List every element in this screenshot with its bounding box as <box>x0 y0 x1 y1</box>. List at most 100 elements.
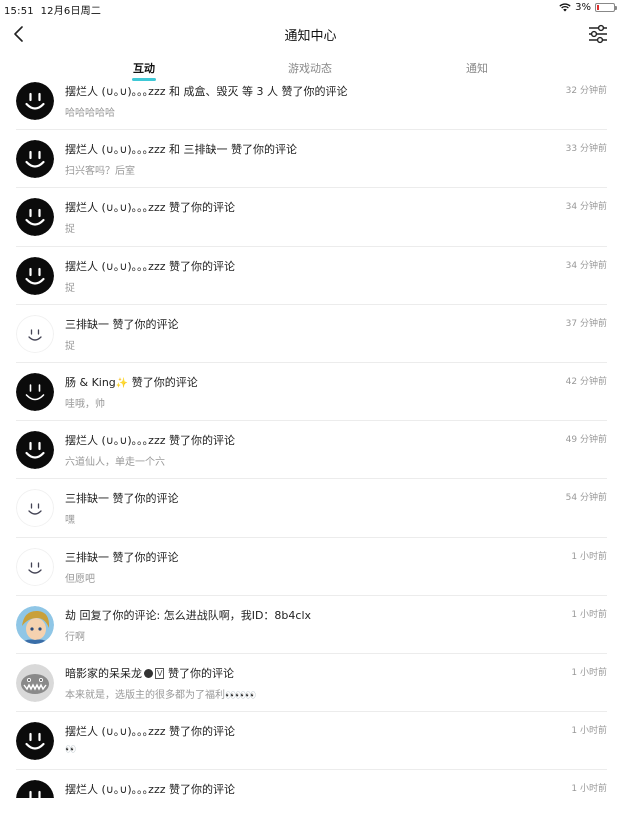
notification-title-text: 摆烂人 (∪｡∪)｡｡｡zzz 赞了你的评论 <box>65 201 235 215</box>
avatar[interactable] <box>16 372 54 411</box>
notification-item[interactable]: 暗影家的呆呆龙 V 赞了你的评论本来就是，选版主的很多都为了福利👀👀👀 1 小时前 <box>0 654 621 713</box>
notification-title: 暗影家的呆呆龙 V 赞了你的评论 <box>65 665 234 681</box>
comment-text: 嘿 <box>65 515 75 527</box>
notification-title-text: 劫 回复了你的评论: 怎么进战队啊，我ID：8b4clx <box>65 608 312 622</box>
sparkle-icon: ✨ <box>115 377 129 389</box>
avatar[interactable] <box>16 489 54 528</box>
nav-bar: 通知中心 <box>0 16 621 52</box>
notification-title: 三排缺一 赞了你的评论 <box>65 316 179 332</box>
notification-item[interactable]: 劫 回复了你的评论: 怎么进战队啊，我ID：8b4clx 行啊 1 小时前 <box>0 596 621 655</box>
notification-action-text: 赞了你的评论 <box>128 375 198 389</box>
comment-preview: 但愿吧 <box>65 570 95 585</box>
comment-text: 但愿吧 <box>65 573 95 585</box>
notification-title: 摆烂人 (∪｡∪)｡｡｡zzz 赞了你的评论 <box>65 723 235 739</box>
timestamp: 1 小时前 <box>571 726 607 737</box>
notification-item[interactable]: 三排缺一 赞了你的评论 但愿吧 1 小时前 <box>0 538 621 596</box>
avatar[interactable] <box>16 722 54 761</box>
page-title: 通知中心 <box>284 29 337 44</box>
notification-title-text: 摆烂人 (∪｡∪)｡｡｡zzz 赞了你的评论 <box>65 259 235 273</box>
timestamp: 33 分钟前 <box>565 144 607 155</box>
comment-text: 捉 <box>65 224 75 236</box>
comment-text: 捉 <box>65 282 75 294</box>
wifi-icon <box>559 3 571 12</box>
notification-title-text: 摆烂人 (∪｡∪)｡｡｡zzz 赞了你的评论 <box>65 725 235 739</box>
notification-title-text: 摆烂人 (∪｡∪)｡｡｡zzz 和 三排缺一 赞了你的评论 <box>65 143 297 157</box>
avatar[interactable] <box>16 82 54 120</box>
comment-text: 哈哈哈哈哈 <box>65 108 115 119</box>
timestamp: 34 分钟前 <box>565 202 607 213</box>
avatar[interactable] <box>16 663 54 702</box>
notification-title-text: 摆烂人 (∪｡∪)｡｡｡zzz 和 成盒、毁灭 等 3 人 赞了你的评论 <box>65 85 348 98</box>
timestamp: 1 小时前 <box>571 609 607 620</box>
battery-icon <box>595 3 617 12</box>
notification-list[interactable]: 摆烂人 (∪｡∪)｡｡｡zzz 和 成盒、毁灭 等 3 人 赞了你的评论 哈哈哈哈… <box>0 72 621 798</box>
battery-percent: 3% <box>575 2 591 13</box>
notification-title: 摆烂人 (∪｡∪)｡｡｡zzz 赞了你的评论 <box>65 199 235 215</box>
comment-preview: 六道仙人，单走一个六 <box>65 453 165 468</box>
filter-settings-button[interactable] <box>587 24 609 44</box>
comment-text: 扫兴客吗？后室 <box>65 166 135 178</box>
notification-title: 摆烂人 (∪｡∪)｡｡｡zzz 赞了你的评论 <box>65 432 235 448</box>
avatar[interactable] <box>16 547 54 586</box>
verified-badge-icon <box>144 668 153 678</box>
timestamp: 37 分钟前 <box>565 318 607 329</box>
comment-text: 本来就是，选版主的很多都为了福利 <box>65 689 225 701</box>
comment-preview: 哇哦，帅 <box>65 395 105 410</box>
avatar[interactable] <box>16 198 54 237</box>
timestamp: 54 分钟前 <box>565 493 607 504</box>
comment-text: 六道仙人，单走一个六 <box>65 457 165 469</box>
comment-preview: 捉 <box>65 279 75 294</box>
notification-title-text: 暗影家的呆呆龙 <box>65 666 142 680</box>
notification-title-text: 三排缺一 赞了你的评论 <box>65 492 179 506</box>
notification-action-text: 赞了你的评论 <box>164 666 234 680</box>
timestamp: 1 小时前 <box>571 551 607 562</box>
comment-preview: 捉 <box>65 220 75 235</box>
notification-title: 摆烂人 (∪｡∪)｡｡｡zzz 和 三排缺一 赞了你的评论 <box>65 141 297 157</box>
avatar[interactable] <box>16 256 54 295</box>
timestamp: 34 分钟前 <box>565 260 607 271</box>
notification-item[interactable]: 摆烂人 (∪｡∪)｡｡｡zzz 和 三排缺一 赞了你的评论 扫兴客吗？后室 33 分… <box>0 130 621 189</box>
comment-preview: 嘿 <box>65 511 75 526</box>
notification-item[interactable]: 三排缺一 赞了你的评论嘿 54 分钟前 <box>0 479 621 538</box>
sliders-icon <box>589 24 607 44</box>
notification-title-text: 肠 & King <box>65 375 116 389</box>
comment-preview: 👀 <box>65 744 76 756</box>
notification-title-text: 摆烂人 (∪｡∪)｡｡｡zzz 赞了你的评论 <box>65 434 235 448</box>
notification-item[interactable]: 三排缺一 赞了你的评论捉 37 分钟前 <box>0 305 621 364</box>
notification-title: 摆烂人 (∪｡∪)｡｡｡zzz 赞了你的评论 <box>65 781 235 797</box>
notification-title: 肠 & King✨ 赞了你的评论 <box>65 374 198 390</box>
comment-text: 捉 <box>65 340 75 352</box>
timestamp: 49 分钟前 <box>565 435 607 446</box>
comment-text: 哇哦，帅 <box>65 398 105 410</box>
notification-item[interactable]: 摆烂人 (∪｡∪)｡｡｡zzz 赞了你的评论捉 34 分钟前 <box>0 247 621 305</box>
notification-title: 劫 回复了你的评论: 怎么进战队啊，我ID：8b4clx <box>65 607 311 623</box>
avatar[interactable] <box>16 605 54 644</box>
notification-title-text: 三排缺一 赞了你的评论 <box>65 550 179 564</box>
comment-preview: 本来就是，选版主的很多都为了福利👀👀👀 <box>65 686 257 701</box>
notification-title: 摆烂人 (∪｡∪)｡｡｡zzz 赞了你的评论 <box>65 258 235 274</box>
avatar[interactable] <box>16 140 54 179</box>
eyes-emoji-icon: 👀👀👀 <box>225 690 257 701</box>
eyes-emoji-icon: 👀 <box>65 745 76 756</box>
notification-title: 三排缺一 赞了你的评论 <box>65 549 179 565</box>
notification-item[interactable]: 摆烂人 (∪｡∪)｡｡｡zzz 赞了你的评论 1 小时前 <box>0 770 621 798</box>
notification-title: 摆烂人 (∪｡∪)｡｡｡zzz 和 成盒、毁灭 等 3 人 赞了你的评论 <box>65 83 347 99</box>
notification-item[interactable]: 摆烂人 (∪｡∪)｡｡｡zzz 赞了你的评论 👀 1 小时前 <box>0 712 621 771</box>
comment-preview: 扫兴客吗？后室 <box>65 162 135 177</box>
notification-title-text: 摆烂人 (∪｡∪)｡｡｡zzz 赞了你的评论 <box>65 783 235 797</box>
comment-preview: 捉 <box>65 337 75 352</box>
avatar[interactable] <box>16 431 54 470</box>
notification-item[interactable]: 肠 & King✨ 赞了你的评论 哇哦，帅 42 分钟前 <box>0 363 621 422</box>
comment-text: 行啊 <box>65 631 85 643</box>
notification-item[interactable]: 摆烂人 (∪｡∪)｡｡｡zzz 赞了你的评论捉 34 分钟前 <box>0 188 621 247</box>
notification-item[interactable]: 摆烂人 (∪｡∪)｡｡｡zzz 赞了你的评论 六道仙人，单走一个六 49 分钟前 <box>0 421 621 480</box>
notification-title: 三排缺一 赞了你的评论 <box>65 490 179 506</box>
avatar[interactable] <box>16 780 54 798</box>
avatar[interactable] <box>16 314 54 353</box>
status-right: 3% <box>559 2 617 13</box>
timestamp: 1 小时前 <box>571 784 607 795</box>
notification-item[interactable]: 摆烂人 (∪｡∪)｡｡｡zzz 和 成盒、毁灭 等 3 人 赞了你的评论 哈哈哈哈… <box>0 72 621 131</box>
notification-title-text: 三排缺一 赞了你的评论 <box>65 317 179 331</box>
timestamp: 1 小时前 <box>571 667 607 678</box>
comment-preview: 哈哈哈哈哈 <box>65 104 115 119</box>
